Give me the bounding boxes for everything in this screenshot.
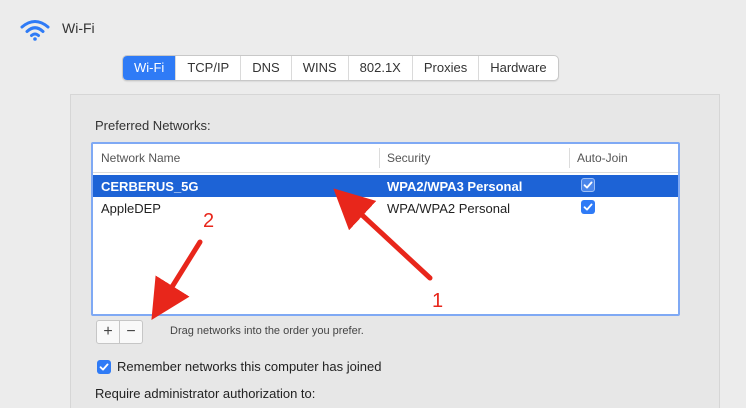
preferred-networks-label: Preferred Networks: (95, 118, 211, 133)
checkmark-icon (583, 203, 593, 211)
require-admin-label: Require administrator authorization to: (95, 386, 316, 401)
column-header-network-name[interactable]: Network Name (101, 151, 180, 165)
checkmark-icon (583, 181, 593, 189)
table-row[interactable]: AppleDEP WPA/WPA2 Personal (93, 197, 678, 219)
preferred-networks-table[interactable]: Network Name Security Auto-Join CERBERUS… (91, 142, 680, 316)
tab-hardware[interactable]: Hardware (479, 56, 557, 80)
tab-wins[interactable]: WINS (292, 56, 349, 80)
annotation-label-2: 2 (203, 210, 215, 232)
network-name-cell: CERBERUS_5G (101, 179, 199, 194)
window-header: Wi-Fi (0, 0, 746, 52)
remember-networks-label: Remember networks this computer has join… (117, 359, 382, 374)
remember-networks-option[interactable]: Remember networks this computer has join… (97, 359, 381, 374)
column-header-security[interactable]: Security (387, 151, 430, 165)
add-remove-buttons: + − (96, 320, 143, 344)
tab-proxies[interactable]: Proxies (413, 56, 480, 80)
tab-tcpip[interactable]: TCP/IP (176, 56, 242, 80)
security-cell: WPA2/WPA3 Personal (387, 179, 523, 194)
tab-wifi[interactable]: Wi-Fi (123, 56, 177, 80)
remove-network-button[interactable]: − (120, 321, 142, 343)
column-header-auto-join[interactable]: Auto-Join (577, 151, 628, 165)
table-row[interactable]: CERBERUS_5G WPA2/WPA3 Personal (93, 175, 678, 197)
network-name-cell: AppleDEP (101, 201, 161, 216)
auto-join-checkbox[interactable] (581, 200, 595, 214)
column-divider (569, 148, 570, 168)
window-title: Wi-Fi (62, 20, 95, 36)
tab-8021x[interactable]: 802.1X (349, 56, 413, 80)
annotation-label-1: 1 (432, 290, 444, 312)
add-network-button[interactable]: + (97, 321, 120, 343)
table-header: Network Name Security Auto-Join (93, 144, 678, 173)
drag-hint-text: Drag networks into the order you prefer. (170, 325, 364, 337)
checkmark-icon (99, 363, 109, 370)
tab-dns[interactable]: DNS (241, 56, 292, 80)
remember-networks-checkbox[interactable] (97, 359, 111, 374)
wifi-icon (20, 20, 50, 41)
security-cell: WPA/WPA2 Personal (387, 201, 511, 216)
column-divider (379, 148, 380, 168)
tab-bar: Wi-Fi TCP/IP DNS WINS 802.1X Proxies Har… (122, 55, 559, 81)
auto-join-checkbox[interactable] (581, 178, 595, 192)
